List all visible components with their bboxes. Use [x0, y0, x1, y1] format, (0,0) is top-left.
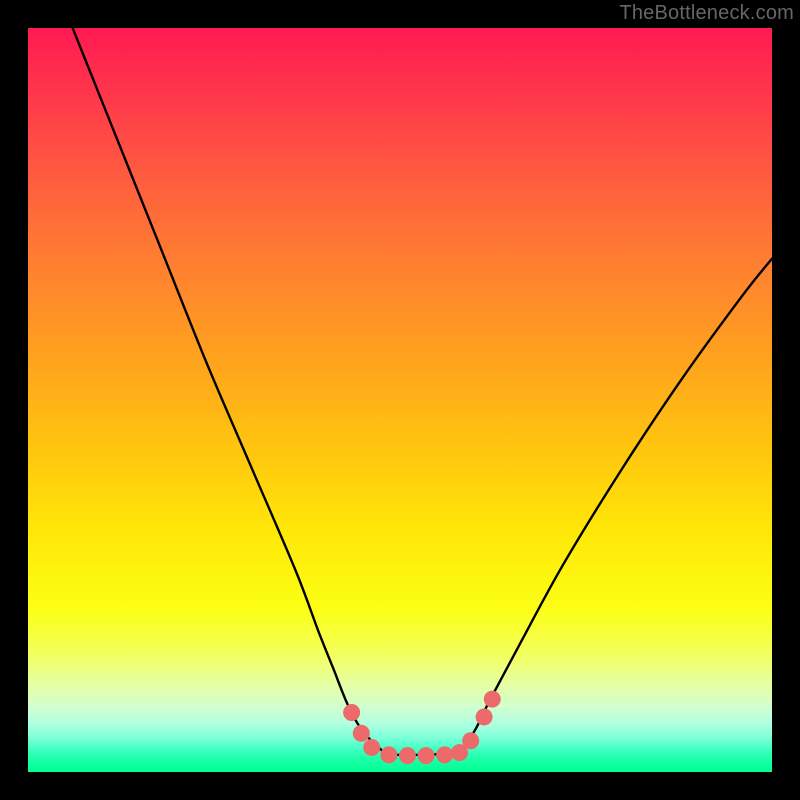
chart-frame: TheBottleneck.com — [0, 0, 800, 800]
curve-marker — [436, 746, 453, 763]
curve-marker — [399, 747, 416, 764]
watermark-text: TheBottleneck.com — [619, 2, 794, 25]
curve-marker — [462, 732, 479, 749]
curve-marker — [353, 725, 370, 742]
curve-marker — [418, 747, 435, 764]
curve-marker — [343, 704, 360, 721]
bottleneck-curve — [73, 28, 772, 755]
curve-marker — [476, 708, 493, 725]
curve-marker — [363, 739, 380, 756]
curve-marker — [484, 691, 501, 708]
curve-marker — [380, 746, 397, 763]
curve-svg — [28, 28, 772, 772]
plot-area — [28, 28, 772, 772]
